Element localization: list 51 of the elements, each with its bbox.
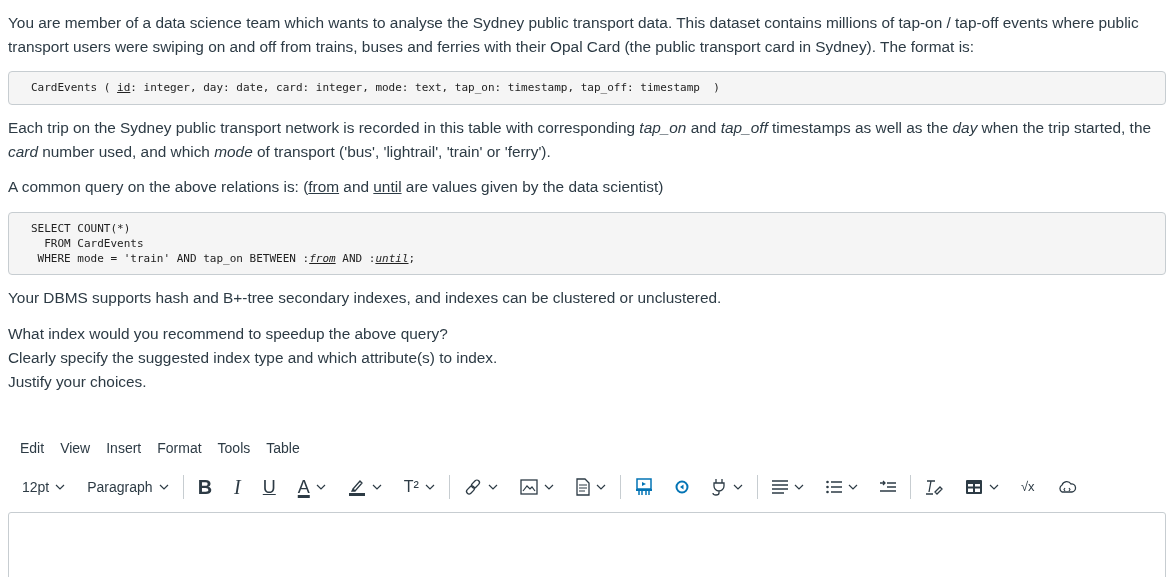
bold-button[interactable]: B: [197, 476, 213, 498]
intro-paragraph: You are member of a data science team which wants to analyse the Sydney public transport data. This dataset contains millions of tap-on / tap-off events where public transport users were swiping on and off from trains, buses and ferries with their Opal Card (the public transport card in Sydney). The format is:: [8, 13, 1140, 57]
math-button[interactable]: √x: [1020, 476, 1035, 498]
cloud-icon[interactable]: [1056, 479, 1077, 495]
query-intro: A common query on the above relations is: (from and until are values given by the data scientist): [8, 177, 665, 197]
code-line: CardEvents ( id: integer, day: date, card: integer, mode: text, tap_on: timestamp, tap_off: timestamp ): [31, 80, 721, 96]
caret-icon[interactable]: [315, 484, 326, 490]
plug-icon[interactable]: [710, 478, 727, 496]
menu-item[interactable]: Edit: [20, 438, 45, 458]
caret-icon[interactable]: [424, 484, 435, 490]
caret-icon[interactable]: [847, 484, 858, 490]
indent-icon[interactable]: [879, 480, 896, 494]
caret-icon[interactable]: [158, 484, 169, 490]
caret-icon[interactable]: [793, 484, 804, 490]
question-line: Justify your choices.: [8, 372, 148, 392]
menu-item[interactable]: Format: [157, 438, 202, 458]
image-icon[interactable]: [519, 479, 538, 495]
caret-icon[interactable]: [371, 484, 382, 490]
text-color-button[interactable]: A: [297, 476, 310, 498]
description-paragraph: Each trip on the Sydney public transport network is recorded in this table with corresponding tap_on and tap_off timestamps as well as the day when the trip started, the card number used, and which mode of transport ('bus', 'lightrail', 'train' or 'ferry').: [8, 118, 1152, 162]
caret-icon[interactable]: [595, 484, 606, 490]
table-icon[interactable]: [964, 479, 983, 495]
menu-item[interactable]: Table: [266, 438, 300, 458]
document-icon[interactable]: [575, 478, 590, 496]
play-circle-icon[interactable]: [674, 480, 689, 494]
caret-icon[interactable]: [55, 484, 66, 490]
caret-icon[interactable]: [487, 484, 498, 490]
caret-icon[interactable]: [732, 484, 743, 490]
caret-icon[interactable]: [543, 484, 554, 490]
link-icon[interactable]: [463, 478, 482, 496]
code-line: SELECT COUNT(*): [31, 221, 132, 236]
code-line: WHERE mode = 'train' AND tap_on BETWEEN :from AND :until;: [36, 251, 417, 266]
dropdown-button[interactable]: Paragraph: [87, 479, 153, 495]
dbms-paragraph: Your DBMS supports hash and B+-tree secondary indexes, and indexes can be clustered or unclustered.: [8, 288, 723, 308]
menu-item[interactable]: Tools: [217, 438, 251, 458]
caret-icon[interactable]: [988, 484, 999, 490]
question-line: Clearly specify the suggested index type and which attribute(s) to index.: [8, 348, 499, 368]
menu-item[interactable]: Insert: [106, 438, 142, 458]
text-editor-field[interactable]: [8, 512, 1166, 577]
question-line: What index would you recommend to speedup the above query?: [8, 324, 449, 344]
highlighter-icon[interactable]: [347, 478, 366, 496]
superscript-button[interactable]: T²: [403, 476, 419, 498]
menu-item[interactable]: View: [60, 438, 91, 458]
clear-format-icon[interactable]: [924, 479, 943, 495]
media-icon[interactable]: [634, 478, 653, 496]
code-line: FROM CardEvents: [43, 236, 145, 251]
underline-button[interactable]: U: [262, 476, 276, 498]
align-icon[interactable]: [771, 480, 788, 494]
dropdown-button[interactable]: 12pt: [22, 479, 50, 495]
italic-button[interactable]: I: [234, 476, 241, 498]
bullet-list-icon[interactable]: [825, 480, 842, 494]
